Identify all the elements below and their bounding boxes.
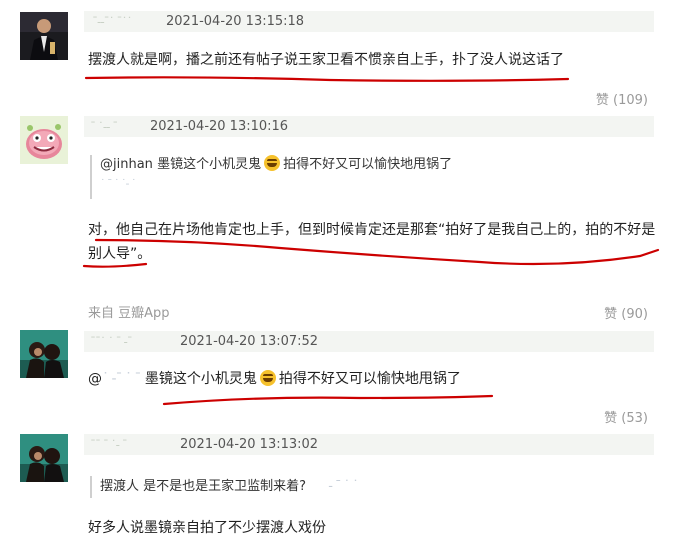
comment-text: @˙ ‐ˉ ˙ ˉ 墨镜这个小机灵鬼 拍得不好又可以愉快地甩锅了 [88, 367, 461, 391]
source-label: 来自 豆瓣App [88, 306, 170, 321]
quote-text: 摆渡人 是不是也是王家卫监制来着? [100, 479, 307, 494]
comment-text: 好多人说墨镜亲自拍了不少摆渡人戏份 [88, 520, 326, 536]
laughing-emoji-icon [264, 155, 281, 171]
quote-text: 拍得不好又可以愉快地甩锅了 [283, 157, 453, 172]
quote-blurred-text: ‐ ˉ ˙ ˙ [328, 479, 359, 494]
timestamp: 2021-04-20 13:07:52 [180, 334, 319, 349]
avatar[interactable] [20, 330, 68, 378]
vote-button[interactable]: 赞 (109) [596, 89, 648, 108]
username-link[interactable]: ˉ ˙-‐ ˉ [90, 120, 136, 134]
quote-blurred-text: ˙ ˉ ˙ ˙‐ ˙ [100, 177, 136, 190]
avatar[interactable] [20, 116, 68, 164]
vote-button[interactable]: 赞 (53) [604, 407, 648, 426]
quote-user-link[interactable]: @jinhan [100, 157, 153, 172]
comment-header: ˉˉ˙ ˙ ˉ ‐ˉ 2021-04-20 13:07:52 [84, 331, 654, 352]
comment-header: ˉ ˙-‐ ˉ 2021-04-20 13:10:16 [84, 116, 654, 137]
comment-text: 摆渡人就是啊，播之前还有帖子说王家卫看不惯亲自上手，扑了没人说这话了 [88, 52, 564, 68]
comment-header: ˉˉ ˉ ˙‐ ˉ 2021-04-20 13:13:02 [84, 434, 654, 455]
comment-1: ˉ-‐ˉ˙ ˉ˙˙ 2021-04-20 13:15:18 摆渡人就是啊，播之前… [0, 0, 682, 110]
avatar[interactable] [20, 12, 68, 60]
quoted-comment: @jinhan 墨镜这个小机灵鬼 拍得不好又可以愉快地甩锅了 ˙ ˉ ˙ ˙‐ ˙ [90, 155, 452, 199]
timestamp: 2021-04-20 13:13:02 [180, 437, 319, 452]
username-link[interactable]: ˉˉ˙ ˙ ˉ ‐ˉ [90, 335, 166, 349]
comment-text-part: 拍得不好又可以愉快地甩锅了 [278, 371, 461, 387]
quote-text: 墨镜这个小机灵鬼 [157, 157, 262, 172]
comment-text: 对，他自己在片场他肯定也上手，但到时候肯定还是那套“拍好了是我自己上的，拍的不好… [88, 222, 656, 238]
quoted-comment: 摆渡人 是不是也是王家卫监制来着? ‐ ˉ ˙ ˙ [90, 476, 359, 498]
avatar[interactable] [20, 434, 68, 482]
username-link[interactable]: ˉ-‐ˉ˙ ˉ˙˙ [92, 15, 152, 29]
mention-prefix: @ [88, 371, 102, 387]
comment-text-part: 墨镜这个小机灵鬼 [144, 371, 257, 387]
comment-4: ˉˉ ˉ ˙‐ ˉ 2021-04-20 13:13:02 摆渡人 是不是也是王… [0, 430, 682, 540]
comment-header: ˉ-‐ˉ˙ ˉ˙˙ 2021-04-20 13:15:18 [84, 11, 654, 32]
timestamp: 2021-04-20 13:15:18 [166, 14, 305, 29]
timestamp: 2021-04-20 13:10:16 [150, 119, 289, 134]
comment-2: ˉ ˙-‐ ˉ 2021-04-20 13:10:16 @jinhan 墨镜这个… [0, 110, 682, 322]
username-link[interactable]: ˉˉ ˉ ˙‐ ˉ [90, 438, 166, 452]
comment-3: ˉˉ˙ ˙ ˉ ‐ˉ 2021-04-20 13:07:52 @˙ ‐ˉ ˙ ˉ… [0, 320, 682, 430]
laughing-emoji-icon [259, 370, 276, 386]
comment-text: 别人导”。 [88, 246, 152, 262]
mention-user-link[interactable]: ˙ ‐ˉ ˙ ˉ [102, 371, 141, 387]
